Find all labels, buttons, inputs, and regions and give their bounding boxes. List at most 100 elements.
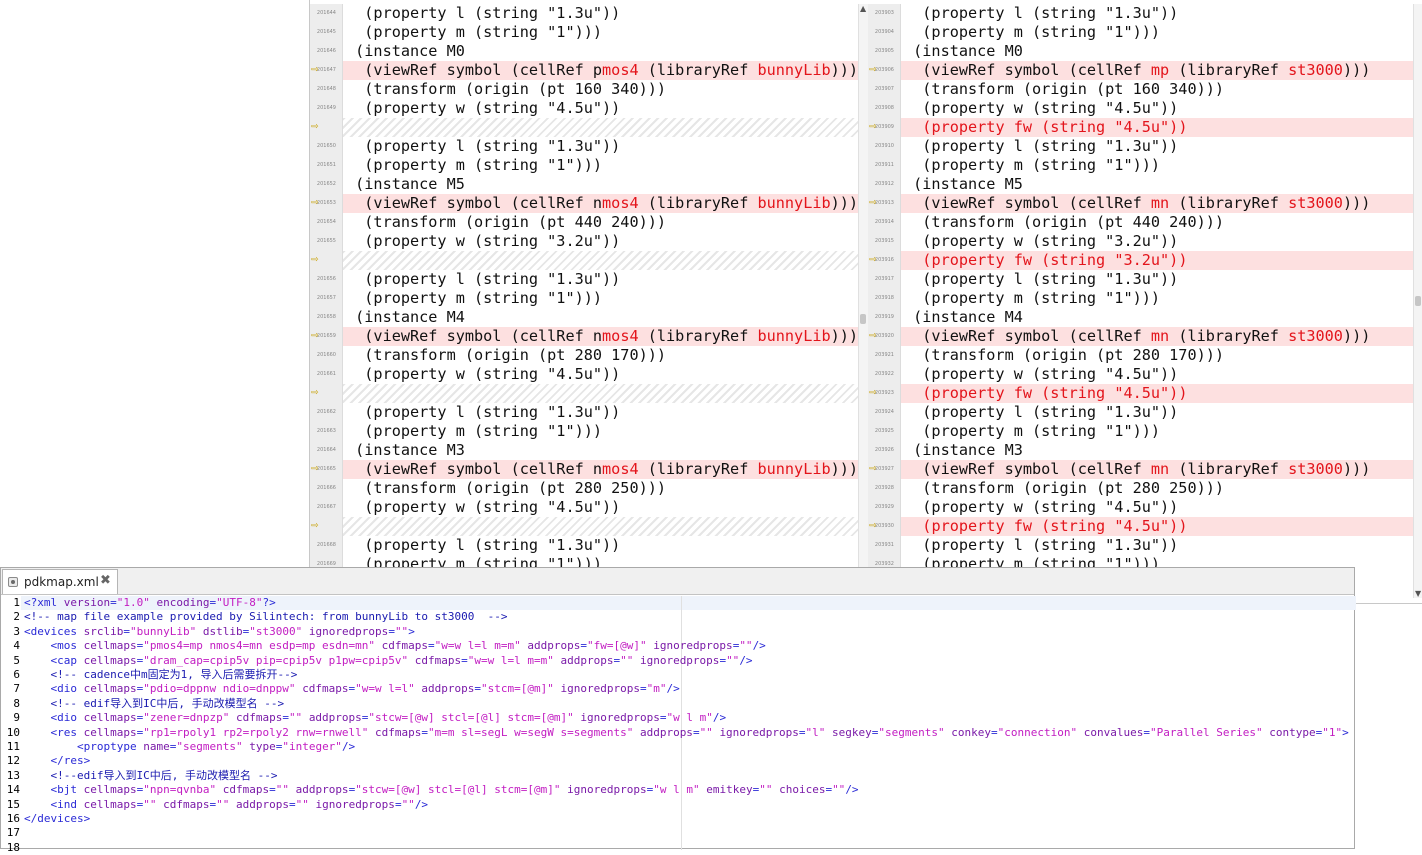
editor-line-number: 1 bbox=[13, 596, 20, 609]
change-arrow-icon[interactable]: ⇨ bbox=[311, 123, 319, 132]
editor-line-text[interactable]: <?xml version="1.0" encoding="UTF-8"?> bbox=[24, 596, 276, 610]
diff-row: 203918 (property m (string "1"))) bbox=[868, 289, 1415, 308]
code-text: (property l (string "1.3u")) bbox=[904, 137, 1179, 155]
diff-row: 201649 (property w (string "4.5u")) bbox=[310, 99, 858, 118]
diff-gap-row: ⇨ bbox=[310, 118, 858, 137]
diff-row: 201661 (property w (string "4.5u")) bbox=[310, 365, 858, 384]
code-text: (instance M4 bbox=[904, 308, 1023, 326]
diff-row: 203924 (property l (string "1.3u")) bbox=[868, 403, 1415, 422]
change-arrow-icon[interactable]: ⇨ bbox=[869, 66, 877, 75]
right-scrollbar[interactable]: ▼ bbox=[1413, 4, 1422, 598]
diff-row: 203905 (instance M0 bbox=[868, 42, 1415, 61]
change-arrow-icon[interactable]: ⇨ bbox=[311, 256, 319, 265]
editor-line: 5 <cap cellmaps="dram_cap=cpip5v pip=cpi… bbox=[1, 654, 1354, 668]
code-text: (viewRef symbol (cellRef mn (libraryRef … bbox=[901, 194, 1415, 213]
line-number: 203922 bbox=[874, 371, 894, 377]
editor-line-text[interactable]: <dio cellmaps="pdio=dppnw ndio=dnppw" cd… bbox=[24, 682, 680, 696]
scroll-thumb[interactable] bbox=[1415, 296, 1421, 306]
editor-line-text[interactable]: <proptype name="segments" type="integer"… bbox=[24, 740, 355, 754]
diff-row: 201666 (transform (origin (pt 280 250))) bbox=[310, 479, 858, 498]
diff-row: 201663 (property m (string "1"))) bbox=[310, 422, 858, 441]
change-arrow-icon[interactable]: ⇨ bbox=[869, 199, 877, 208]
editor-line-text[interactable]: <bjt cellmaps="npn=qvnba" cdfmaps="" add… bbox=[24, 783, 859, 797]
code-text: (instance M5 bbox=[904, 175, 1023, 193]
change-arrow-icon[interactable]: ⇨ bbox=[869, 256, 877, 265]
code-text: (instance M3 bbox=[904, 441, 1023, 459]
change-arrow-icon[interactable]: ⇨ bbox=[311, 389, 319, 398]
change-arrow-icon[interactable]: ⇨ bbox=[869, 522, 877, 531]
tab-pdkmap-xml[interactable]: pdkmap.xml ✖ bbox=[2, 569, 118, 594]
line-number: 201655 bbox=[316, 238, 336, 244]
line-number: 203914 bbox=[874, 219, 894, 225]
code-text: (viewRef symbol (cellRef mn (libraryRef … bbox=[901, 327, 1415, 346]
editor-line-text[interactable]: </res> bbox=[24, 754, 91, 768]
diff-row: 201655 (property w (string "3.2u")) bbox=[310, 232, 858, 251]
line-number: 203911 bbox=[874, 162, 894, 168]
line-number: 201656 bbox=[316, 276, 336, 282]
diff-changed-row: 203913 ⇨ (viewRef symbol (cellRef mn (lib… bbox=[868, 194, 1415, 213]
change-arrow-icon[interactable]: ⇨ bbox=[311, 332, 319, 341]
diff-changed-row: 203906 ⇨ (viewRef symbol (cellRef mp (lib… bbox=[868, 61, 1415, 80]
line-number: 203912 bbox=[874, 181, 894, 187]
line-number: 201660 bbox=[316, 352, 336, 358]
diff-row: 203919 (instance M4 bbox=[868, 308, 1415, 327]
editor-line-number: 5 bbox=[13, 653, 20, 667]
editor-line-text[interactable]: <!--edif导入到IC中后, 手动改模型名 --> bbox=[24, 769, 277, 783]
editor-line-text[interactable]: <dio cellmaps="zener=dnpzp" cdfmaps="" a… bbox=[24, 711, 727, 725]
scroll-up-icon[interactable]: ▲ bbox=[860, 4, 866, 13]
diff-changed-row: 203927 ⇨ (viewRef symbol (cellRef mn (lib… bbox=[868, 460, 1415, 479]
change-arrow-icon[interactable]: ⇨ bbox=[311, 465, 319, 474]
code-text bbox=[343, 118, 858, 137]
diff-row: 201662 (property l (string "1.3u")) bbox=[310, 403, 858, 422]
editor-line-text[interactable]: </devices> bbox=[24, 812, 90, 826]
change-arrow-icon[interactable]: ⇨ bbox=[869, 465, 877, 474]
change-arrow-icon[interactable]: ⇨ bbox=[869, 332, 877, 341]
code-text: (property l (string "1.3u")) bbox=[904, 536, 1179, 554]
change-arrow-icon[interactable]: ⇨ bbox=[869, 123, 877, 132]
code-text: (property w (string "4.5u")) bbox=[346, 99, 621, 117]
change-arrow-icon[interactable]: ⇨ bbox=[311, 66, 319, 75]
diff-right-pane[interactable]: 203903 (property l (string "1.3u")) 20390… bbox=[868, 4, 1415, 598]
change-arrow-icon[interactable]: ⇨ bbox=[869, 389, 877, 398]
diff-row: 201657 (property m (string "1"))) bbox=[310, 289, 858, 308]
editor-line-text[interactable]: <ind cellmaps="" cdfmaps="" addprops="" … bbox=[24, 798, 429, 812]
editor-line-text[interactable]: <cap cellmaps="dram_cap=cpip5v pip=cpip5… bbox=[24, 654, 753, 668]
close-icon[interactable]: ✖ bbox=[100, 573, 111, 588]
diff-changed-row: 201665 ⇨ (viewRef symbol (cellRef nmos4 (… bbox=[310, 460, 858, 479]
editor-line-text[interactable]: <mos cellmaps="pmos4=mp nmos4=mn esdp=mp… bbox=[24, 639, 766, 653]
editor-line-text[interactable]: <!-- cadence中m固定为1, 导入后需要拆开--> bbox=[24, 668, 297, 682]
diff-row: 201658 (instance M4 bbox=[310, 308, 858, 327]
tab-label: pdkmap.xml bbox=[24, 575, 99, 589]
line-number: 201663 bbox=[316, 428, 336, 434]
line-number: 203919 bbox=[874, 314, 894, 320]
diff-left-pane[interactable]: 201644 (property l (string "1.3u")) 20164… bbox=[310, 4, 858, 598]
change-arrow-icon[interactable]: ⇨ bbox=[311, 199, 319, 208]
scroll-down-icon[interactable]: ▼ bbox=[1415, 589, 1421, 598]
diff-changed-row: 203930 ⇨ (property fw (string "4.5u")) bbox=[868, 517, 1415, 536]
code-text: (viewRef symbol (cellRef nmos4 (libraryR… bbox=[343, 194, 858, 213]
code-text: (transform (origin (pt 280 250))) bbox=[904, 479, 1225, 497]
code-text: (property l (string "1.3u")) bbox=[904, 403, 1179, 421]
editor-line-number: 6 bbox=[13, 668, 20, 681]
code-text: (property w (string "3.2u")) bbox=[346, 232, 621, 250]
editor-line-text[interactable]: <res cellmaps="rp1=rpoly1 rp2=rpoly2 rnw… bbox=[24, 726, 1349, 740]
editor-line-text[interactable]: <devices srclib="bunnyLib" dstlib="st300… bbox=[24, 625, 415, 639]
xml-file-icon bbox=[8, 577, 18, 587]
line-number: 201657 bbox=[316, 295, 336, 301]
code-text: (viewRef symbol (cellRef nmos4 (libraryR… bbox=[343, 327, 858, 346]
diff-row: 201660 (transform (origin (pt 280 170))) bbox=[310, 346, 858, 365]
code-text: (property l (string "1.3u")) bbox=[904, 270, 1179, 288]
line-number: 203931 bbox=[874, 542, 894, 548]
diff-row: 203912 (instance M5 bbox=[868, 175, 1415, 194]
code-text: (instance M0 bbox=[346, 42, 465, 60]
editor-line-text[interactable]: <!-- edif导入到IC中后, 手动改模型名 --> bbox=[24, 697, 284, 711]
editor-line-number: 3 bbox=[13, 624, 20, 638]
editor-line-number: 9 bbox=[13, 711, 20, 725]
editor-line-number: 7 bbox=[13, 682, 20, 696]
change-arrow-icon[interactable]: ⇨ bbox=[311, 522, 319, 531]
editor-line-number: 12 bbox=[6, 754, 20, 768]
left-scrollbar[interactable]: ▲ bbox=[858, 4, 868, 598]
editor-line-text[interactable]: <!-- map file example provided by Silint… bbox=[24, 610, 507, 624]
line-number: 203905 bbox=[874, 48, 894, 54]
scroll-thumb[interactable] bbox=[860, 314, 866, 324]
